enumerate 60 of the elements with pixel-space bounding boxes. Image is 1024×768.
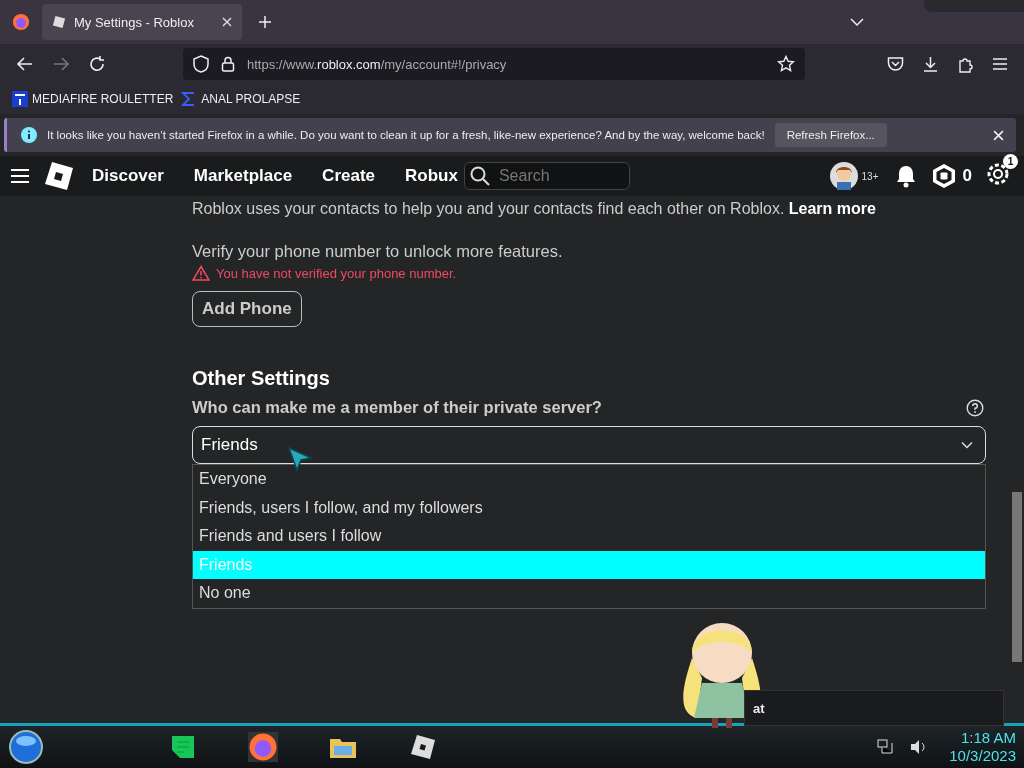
back-icon[interactable] bbox=[16, 55, 34, 73]
roblox-logo-icon[interactable] bbox=[44, 161, 74, 191]
roblox-icon bbox=[52, 15, 66, 29]
robux-icon[interactable] bbox=[930, 163, 957, 189]
close-icon[interactable] bbox=[222, 17, 232, 27]
chevron-down-icon bbox=[961, 441, 973, 449]
chat-box[interactable]: at bbox=[744, 690, 1004, 726]
close-icon[interactable] bbox=[993, 129, 1004, 141]
speaker-icon[interactable] bbox=[909, 739, 928, 755]
dropdown-option[interactable]: No one bbox=[193, 579, 985, 608]
info-icon bbox=[21, 127, 37, 143]
roblox-icon[interactable] bbox=[408, 732, 438, 762]
bookmark-favicon-icon bbox=[12, 91, 28, 107]
search-icon bbox=[469, 166, 490, 186]
nav-link[interactable]: Marketplace bbox=[193, 166, 293, 186]
address-bar[interactable]: https://www.roblox.com/my/account#!/privacy bbox=[183, 48, 805, 80]
nav-link[interactable]: Discover bbox=[92, 166, 164, 186]
firefox-icon[interactable] bbox=[12, 13, 30, 31]
forward-icon[interactable] bbox=[52, 55, 70, 73]
notification-text: It looks like you haven’t started Firefox in a while. Do you want to clean it up for a fresh, like-new experience? And by the way, welcome back! bbox=[47, 129, 765, 141]
nav-link[interactable]: Robux bbox=[405, 166, 458, 186]
dropdown-option[interactable]: Everyone bbox=[193, 465, 985, 494]
chevron-down-icon[interactable] bbox=[850, 17, 864, 27]
browser-tab[interactable]: My Settings - Roblox bbox=[42, 4, 242, 40]
question-label: Who can make me a member of their private server? bbox=[192, 398, 602, 417]
robux-count: 0 bbox=[962, 166, 972, 186]
learn-more-link[interactable]: Learn more bbox=[788, 200, 876, 217]
pocket-icon[interactable] bbox=[887, 56, 904, 72]
url-text: https://www.roblox.com/my/account#!/privacy bbox=[247, 56, 507, 72]
firefox-icon[interactable] bbox=[248, 732, 278, 762]
download-icon[interactable] bbox=[922, 55, 939, 73]
menu-icon[interactable] bbox=[992, 57, 1008, 71]
lock-icon bbox=[221, 56, 235, 72]
dropdown-option[interactable]: Friends and users I follow bbox=[193, 522, 985, 551]
clock[interactable]: 1:18 AM 10/3/2023 bbox=[949, 729, 1016, 765]
section-title: Other Settings bbox=[192, 367, 331, 390]
puzzle-icon[interactable] bbox=[957, 55, 974, 73]
verify-text: Verify your phone number to unlock more features. bbox=[192, 242, 564, 261]
help-icon[interactable] bbox=[966, 398, 984, 417]
add-phone-button[interactable]: Add Phone bbox=[192, 291, 302, 327]
shield-icon bbox=[193, 55, 209, 73]
bookmark-item[interactable]: ANAL PROLAPSE bbox=[181, 91, 301, 107]
privacy-dropdown[interactable]: Friends bbox=[192, 426, 986, 464]
search-field[interactable]: Search bbox=[463, 162, 630, 190]
bookmark-item[interactable]: MEDIAFIRE ROULETTER bbox=[12, 91, 174, 107]
reload-icon[interactable] bbox=[88, 55, 106, 73]
nav-link[interactable]: Create bbox=[322, 166, 376, 186]
cursor-icon bbox=[287, 446, 313, 472]
plus-icon[interactable] bbox=[258, 15, 272, 29]
avatar-icon[interactable] bbox=[829, 162, 858, 190]
age-label: 13+ bbox=[861, 170, 879, 182]
warning-text: You have not verified your phone number. bbox=[216, 265, 457, 281]
star-icon[interactable] bbox=[777, 55, 795, 73]
start-orb-icon[interactable] bbox=[8, 729, 44, 765]
bell-icon[interactable] bbox=[894, 164, 917, 188]
notification-badge: 1 bbox=[1003, 154, 1018, 169]
refresh-button[interactable]: Refresh Firefox... bbox=[774, 123, 887, 147]
warning-icon bbox=[192, 265, 210, 281]
dropdown-option[interactable]: Friends, users I follow, and my followers bbox=[193, 493, 985, 522]
contacts-text: Roblox uses your contacts to help you and your contacts find each other on Roblox. Learn more bbox=[192, 199, 877, 219]
